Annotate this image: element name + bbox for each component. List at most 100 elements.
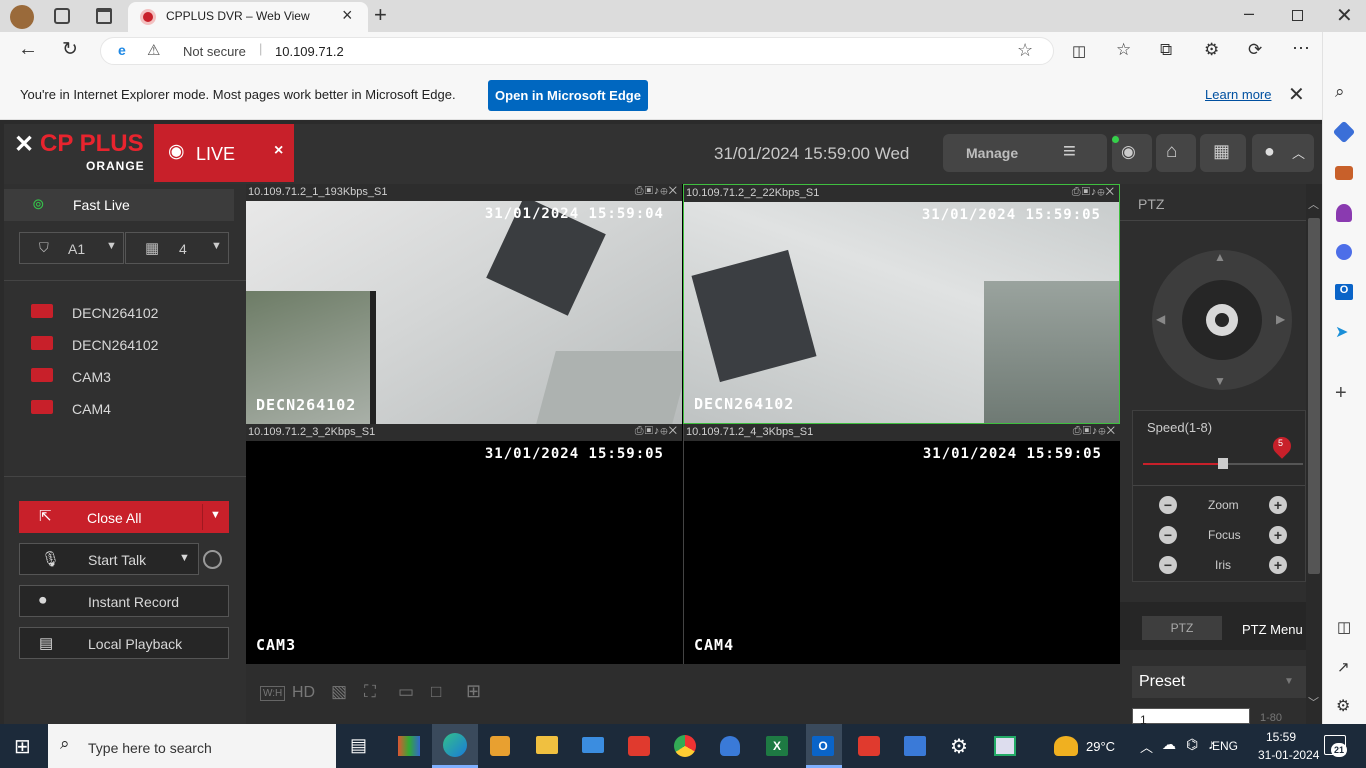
single-view-icon[interactable]: □ — [431, 682, 441, 702]
tab-ptz[interactable]: PTZ — [1142, 616, 1222, 640]
focus-in-button[interactable]: + — [1269, 526, 1287, 544]
camera-controls-icon[interactable]: ⎙▣♪⊕✕ — [635, 185, 678, 198]
learn-more-link[interactable]: Learn more — [1205, 87, 1271, 102]
tab-actions-icon[interactable] — [96, 8, 112, 24]
tab-cpplus[interactable]: CPPLUS DVR – Web View × — [128, 2, 368, 32]
camera-controls-icon[interactable]: ⎙▣♪⊕✕ — [1072, 186, 1115, 199]
settings-icon[interactable]: ⚙ — [950, 734, 968, 759]
search-icon[interactable]: ⌕ — [1335, 82, 1345, 102]
briefcase-icon[interactable] — [1335, 166, 1353, 180]
quad-view-icon[interactable]: ⊞ — [466, 681, 481, 702]
arrow-up-icon[interactable]: ▲ — [1214, 250, 1226, 264]
scroll-up-icon[interactable]: ︿ — [1308, 196, 1319, 212]
more-menu-icon[interactable]: ⋯ — [1292, 38, 1310, 59]
camera-controls-icon[interactable]: ⎙▣♪⊕✕ — [635, 425, 678, 438]
aspect-ratio-button[interactable]: W:H — [260, 686, 286, 701]
anydesk-icon[interactable] — [628, 736, 650, 756]
start-talk-button[interactable]: 🎙 Start Talk ▼ — [19, 543, 199, 575]
talk-status-icon[interactable] — [203, 550, 222, 569]
notepad-icon[interactable] — [994, 736, 1016, 756]
external-link-icon[interactable]: ↗ — [1337, 658, 1350, 676]
hd-button[interactable]: HD — [292, 684, 315, 702]
network-icon[interactable]: ☁ — [1162, 736, 1176, 753]
taskbar-search-box[interactable]: ⌕ Type here to search — [48, 724, 336, 768]
close-live-icon[interactable]: × — [274, 142, 283, 160]
windows-start-icon[interactable]: ⊞ — [14, 734, 31, 759]
camera-tile[interactable]: 10.109.71.2_4_3Kbps_S1 ⎙▣♪⊕✕ 31/01/2024 … — [683, 424, 1120, 664]
open-in-edge-button[interactable]: Open in Microsoft Edge — [488, 80, 648, 111]
speed-slider[interactable] — [1143, 458, 1303, 469]
workspaces-icon[interactable] — [54, 8, 70, 24]
collections-icon[interactable]: ⧉ — [1160, 40, 1172, 60]
local-playback-button[interactable]: ▤ Local Playback — [19, 627, 229, 659]
preset-select[interactable]: Preset ▼ — [1132, 666, 1306, 698]
qr-button[interactable]: ▦ — [1200, 134, 1246, 172]
restore-icon[interactable] — [1292, 10, 1303, 21]
manage-button[interactable]: Manage ≡ — [943, 134, 1107, 172]
camera-tile-selected[interactable]: 10.109.71.2_2_22Kbps_S1 ⎙▣♪⊕✕ 31/01/2024… — [683, 184, 1120, 424]
excel-icon[interactable]: X — [766, 736, 788, 756]
chevron-down-icon[interactable]: ▼ — [210, 509, 221, 521]
taskbar-time[interactable]: 15:59 — [1266, 730, 1296, 744]
send-icon[interactable]: ➤ — [1335, 322, 1348, 342]
outlook-icon[interactable]: O — [1335, 284, 1353, 300]
iris-close-button[interactable]: − — [1159, 556, 1177, 574]
home-button[interactable]: ⌂ — [1156, 134, 1196, 172]
url-box[interactable]: e ⚠ Not secure | 10.109.71.2 ☆ — [100, 37, 1054, 65]
split-screen-icon[interactable]: ◫ — [1072, 42, 1086, 60]
games-icon[interactable] — [1336, 204, 1352, 222]
ptz-joystick[interactable]: ▲ ▼ ◀ ▶ — [1152, 250, 1292, 390]
refresh-icon[interactable]: ↻ — [62, 38, 78, 61]
anydesk-icon[interactable] — [858, 736, 880, 756]
fast-live-button[interactable]: ⊚ Fast Live — [4, 189, 234, 221]
store-icon[interactable] — [490, 736, 510, 756]
joystick-center[interactable] — [1182, 280, 1262, 360]
camera-tile[interactable]: 10.109.71.2_1_193Kbps_S1 ⎙▣♪⊕✕ 31/01/202… — [246, 184, 682, 424]
close-window-icon[interactable]: ✕ — [1336, 3, 1353, 28]
weather-temp[interactable]: 29°C — [1086, 739, 1115, 754]
back-icon[interactable]: ← — [18, 38, 38, 61]
copilot-sidebar-icon[interactable] — [1336, 244, 1352, 260]
camera-controls-icon[interactable]: ⎙▣♪⊕✕ — [1073, 425, 1116, 438]
stream-select[interactable]: ⛉ A1 ▼ — [19, 232, 124, 264]
new-tab-icon[interactable]: + — [374, 2, 387, 28]
notification-icon[interactable]: 21 — [1324, 735, 1347, 757]
language-indicator[interactable]: ENG — [1212, 739, 1238, 753]
minimize-icon[interactable]: – — [1244, 3, 1254, 24]
scroll-down-icon[interactable]: ﹀ — [1308, 694, 1319, 710]
edge-taskbar-button[interactable] — [432, 724, 478, 768]
focus-out-button[interactable]: − — [1159, 526, 1177, 544]
chevron-down-icon[interactable]: ▼ — [179, 552, 190, 564]
camera-tile[interactable]: 10.109.71.2_3_2Kbps_S1 ⎙▣♪⊕✕ 31/01/2024 … — [246, 424, 682, 664]
window-mode-icon[interactable]: ▭ — [398, 682, 414, 702]
chrome-icon[interactable] — [674, 735, 696, 757]
close-notice-icon[interactable]: ✕ — [1288, 82, 1305, 107]
favorites-icon[interactable]: ☆ — [1116, 40, 1131, 60]
iris-open-button[interactable]: + — [1269, 556, 1287, 574]
speed-slider-thumb[interactable] — [1218, 458, 1228, 469]
fluency-icon[interactable]: ▧ — [331, 682, 347, 702]
add-sidebar-icon[interactable]: + — [1335, 382, 1347, 405]
device-item[interactable]: CAM3 — [72, 369, 111, 385]
wifi-icon[interactable]: ⌬ — [1186, 736, 1198, 753]
device-item[interactable]: DECN264102 — [72, 305, 158, 321]
extensions-icon[interactable]: ⚙ — [1204, 40, 1219, 60]
favorite-star-icon[interactable]: ☆ — [1017, 40, 1033, 61]
arrow-left-icon[interactable]: ◀ — [1156, 312, 1165, 326]
scrollbar[interactable]: ︿ ﹀ — [1306, 184, 1322, 724]
monitor-button[interactable]: ◉ — [1112, 134, 1152, 172]
weather-icon[interactable] — [1054, 736, 1078, 756]
fullscreen-icon[interactable]: ⛶ — [364, 682, 376, 702]
tag-icon[interactable] — [1332, 120, 1356, 144]
zoom-out-button[interactable]: − — [1159, 496, 1177, 514]
taskbar-date[interactable]: 31-01-2024 — [1258, 748, 1319, 762]
close-all-button[interactable]: ⇱ Close All ▼ — [19, 501, 229, 533]
panel-icon[interactable]: ◫ — [1337, 618, 1351, 636]
profile-avatar[interactable] — [10, 5, 34, 29]
device-item[interactable]: DECN264102 — [72, 337, 158, 353]
outlook-taskbar-button[interactable]: O — [806, 724, 842, 768]
close-tab-icon[interactable]: × — [342, 5, 353, 26]
mail-icon[interactable] — [582, 737, 604, 753]
url-text[interactable]: 10.109.71.2 — [275, 44, 344, 59]
tab-ptz-menu[interactable]: PTZ Menu — [1242, 622, 1303, 637]
